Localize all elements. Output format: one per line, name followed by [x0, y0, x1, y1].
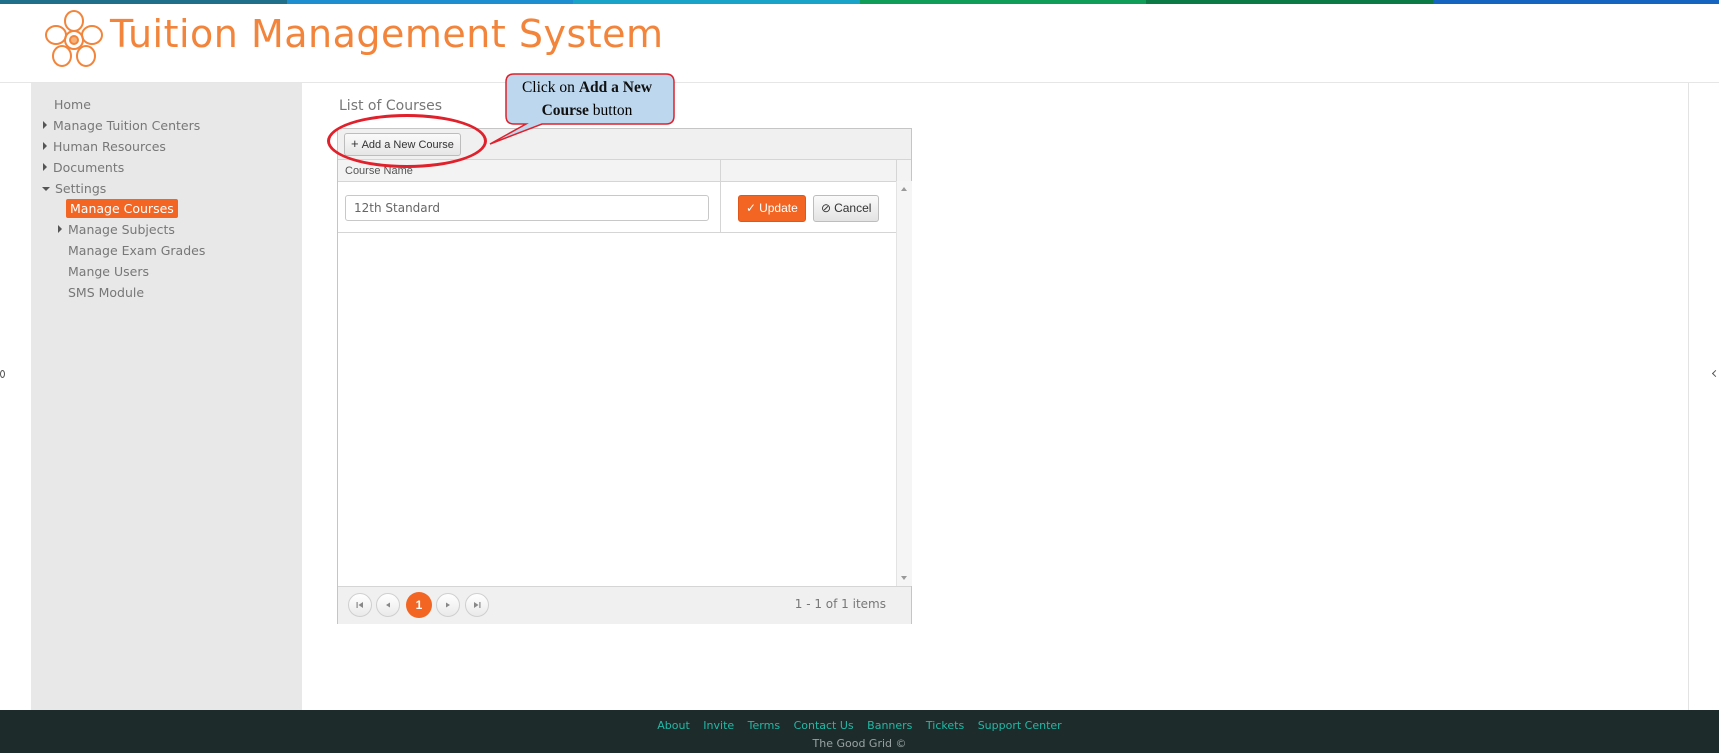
sidebar-item-manage-subjects[interactable]: Manage Subjects [58, 222, 175, 237]
footer-link-tickets[interactable]: Tickets [926, 719, 964, 732]
add-new-course-label: Add a New Course [361, 139, 454, 151]
content-border [1688, 83, 1689, 710]
page-title: List of Courses [339, 98, 443, 114]
sidebar-item-settings[interactable]: Settings [42, 181, 106, 196]
sidebar-item-label: Manage Courses [70, 201, 174, 216]
sidebar-item-label: Settings [55, 181, 107, 196]
app-header: Tuition Management System [0, 4, 1719, 83]
courses-grid: +Add a New Course Course Name ✓Update ⊘C… [337, 128, 912, 624]
sidebar-item-label: Manage Tuition Centers [53, 118, 201, 133]
cancel-button[interactable]: ⊘ Cancel [813, 195, 880, 222]
prev-page-button[interactable] [376, 593, 400, 617]
sidebar-item-sms-module[interactable]: SMS Module [68, 285, 144, 300]
sidebar-item-mange-users[interactable]: Mange Users [68, 264, 149, 279]
grid-toolbar: + Add a New Course [338, 129, 911, 160]
next-page-icon [446, 602, 450, 608]
callout-bold: Add a New Course [541, 79, 653, 119]
sidebar-item-label: Manage Subjects [68, 222, 175, 237]
footer-link-invite[interactable]: Invite [703, 719, 734, 732]
column-divider [720, 181, 721, 232]
sidebar-item-label: SMS Module [68, 285, 145, 300]
update-label: Update [759, 201, 798, 215]
cancel-label: Cancel [834, 201, 872, 215]
plus-icon: + [351, 136, 359, 151]
sidebar-item-label: Human Resources [53, 139, 166, 154]
sidebar-item-label: Mange Users [68, 264, 149, 279]
cancel-icon: ⊘ [821, 201, 832, 215]
scroll-up-icon[interactable] [901, 187, 907, 191]
column-divider [720, 160, 721, 181]
next-page-button[interactable] [436, 593, 460, 617]
sidebar-item-label: Manage Exam Grades [68, 243, 206, 258]
column-divider [896, 160, 897, 181]
last-page-icon [474, 602, 481, 608]
sidebar-item-label: Documents [53, 160, 125, 175]
footer-link-contact-us[interactable]: Contact Us [794, 719, 854, 732]
collapse-arrow-icon [42, 187, 50, 191]
table-row-editing: ✓Update ⊘Cancel [338, 181, 896, 233]
sidebar-item-human-resources[interactable]: Human Resources [43, 139, 166, 154]
update-button[interactable]: ✓ Update [738, 195, 806, 222]
callout-suffix: button [588, 102, 633, 119]
sidebar-item-label: Home [54, 97, 91, 112]
sidebar: Home Manage Tuition Centers Human Resour… [31, 83, 302, 710]
sidebar-item-manage-exam-grades[interactable]: Manage Exam Grades [68, 243, 205, 258]
footer: About Invite Terms Contact Us Banners Ti… [0, 710, 1719, 753]
footer-link-banners[interactable]: Banners [867, 719, 912, 732]
footer-link-about[interactable]: About [657, 719, 690, 732]
footer-links: About Invite Terms Contact Us Banners Ti… [0, 719, 1719, 732]
pager-info: 1 - 1 of 1 items [794, 597, 886, 611]
expand-arrow-icon [58, 225, 62, 233]
page-number-current[interactable]: 1 [406, 592, 432, 618]
sidebar-item-manage-courses[interactable]: Manage Courses [66, 199, 178, 218]
check-icon: ✓ [746, 201, 757, 215]
scroll-down-icon[interactable] [901, 576, 907, 580]
expand-arrow-icon [43, 142, 47, 150]
sidebar-item-documents[interactable]: Documents [43, 160, 124, 175]
expand-arrow-icon [43, 121, 47, 129]
last-page-button[interactable] [465, 593, 489, 617]
left-scroll-marker[interactable] [0, 370, 5, 378]
right-chevron-icon[interactable] [1711, 369, 1719, 378]
grid-header: Course Name [338, 160, 911, 182]
first-page-button[interactable] [348, 593, 372, 617]
app-title: Tuition Management System [110, 12, 664, 56]
sidebar-item-manage-tuition-centers[interactable]: Manage Tuition Centers [43, 118, 200, 133]
first-page-icon [356, 602, 363, 608]
expand-arrow-icon [43, 163, 47, 171]
course-name-input[interactable] [345, 195, 709, 221]
vertical-scrollbar[interactable] [896, 181, 912, 586]
footer-copyright: The Good Grid © [812, 737, 907, 750]
footer-link-terms[interactable]: Terms [748, 719, 780, 732]
prev-page-icon [386, 602, 390, 608]
footer-link-support-center[interactable]: Support Center [978, 719, 1062, 732]
sidebar-item-home[interactable]: Home [54, 97, 91, 112]
grid-pager: 1 1 - 1 of 1 items [338, 586, 911, 624]
add-new-course-button[interactable]: + Add a New Course [344, 133, 461, 156]
column-header-course-name[interactable]: Course Name [345, 165, 413, 177]
flower-logo-icon[interactable] [42, 8, 106, 72]
